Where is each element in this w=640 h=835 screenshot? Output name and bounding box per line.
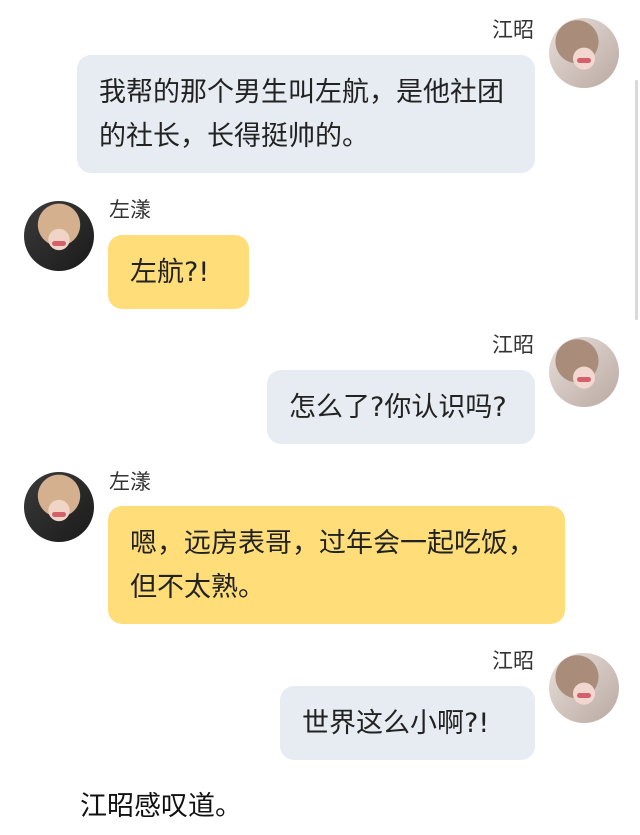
sender-name-3: 江昭 bbox=[492, 333, 534, 357]
message-bubble-1[interactable]: 我帮的那个男生叫左航，是他社团的社长，长得挺帅的。 bbox=[77, 55, 535, 173]
avatar-face-icon bbox=[577, 377, 591, 382]
avatar-zuoyang-2[interactable] bbox=[24, 472, 94, 542]
avatar-zuoyang-1[interactable] bbox=[24, 201, 94, 271]
message-bubble-3[interactable]: 怎么了?你认识吗? bbox=[267, 370, 535, 444]
sender-name-1: 江昭 bbox=[492, 18, 534, 42]
avatar-jiangzhao-3[interactable] bbox=[549, 653, 619, 723]
narration-text: 江昭感叹道。 bbox=[80, 791, 242, 822]
sender-name-2: 左漾 bbox=[109, 198, 151, 222]
avatar-face-icon bbox=[52, 241, 66, 246]
message-bubble-2[interactable]: 左航?! bbox=[108, 235, 249, 309]
chat-page: 江昭 我帮的那个男生叫左航，是他社团的社长，长得挺帅的。 左漾 左航?! 江昭 … bbox=[0, 0, 640, 835]
avatar-jiangzhao-2[interactable] bbox=[549, 337, 619, 407]
avatar-face-icon bbox=[577, 58, 591, 63]
message-bubble-5[interactable]: 世界这么小啊?! bbox=[280, 686, 535, 760]
scrollbar[interactable] bbox=[635, 80, 638, 320]
avatar-face-icon bbox=[52, 512, 66, 517]
avatar-jiangzhao-1[interactable] bbox=[549, 18, 619, 88]
avatar-face-icon bbox=[577, 693, 591, 698]
message-bubble-4[interactable]: 嗯，远房表哥，过年会一起吃饭，但不太熟。 bbox=[108, 506, 565, 624]
sender-name-5: 江昭 bbox=[492, 649, 534, 673]
sender-name-4: 左漾 bbox=[109, 470, 151, 494]
